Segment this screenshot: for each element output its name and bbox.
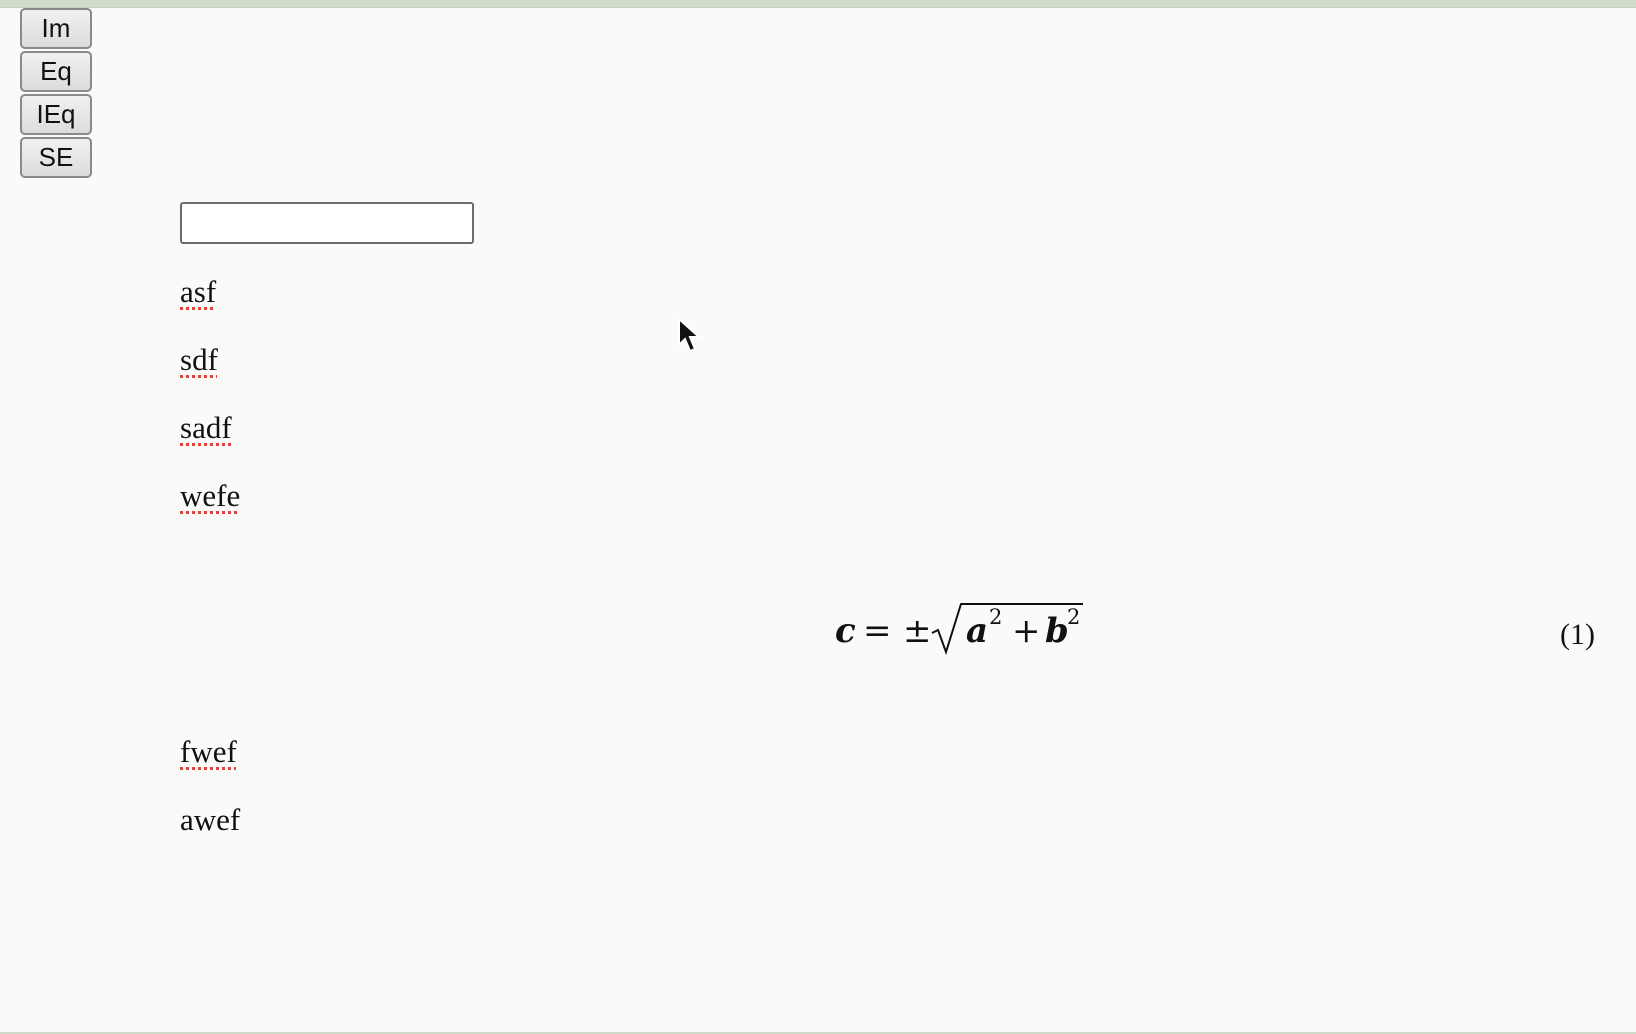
insert-image-button[interactable]: Im [20, 8, 92, 49]
misspelled-word[interactable]: sdf [180, 342, 218, 377]
editor-toolbar: Im Eq IEq SE [20, 8, 92, 180]
misspelled-word[interactable]: asf [180, 274, 216, 309]
paragraph[interactable]: sdf [180, 342, 218, 378]
equation-plus: + [1012, 611, 1041, 651]
misspelled-word[interactable]: wefe [180, 478, 240, 513]
word: awef [180, 802, 241, 837]
text-input[interactable] [180, 202, 474, 244]
mouse-pointer-icon [678, 318, 702, 353]
equation-equals: = [863, 611, 892, 651]
equation-b-exponent: 2 [1067, 605, 1080, 629]
equation-b: b [1045, 611, 1069, 651]
insert-equation-button[interactable]: Eq [20, 51, 92, 92]
window-top-strip [0, 0, 1636, 8]
equation-a-exponent: 2 [989, 605, 1002, 629]
display-equation[interactable]: c = ± a 2 + b 2 [835, 600, 1095, 660]
misspelled-word[interactable]: sadf [180, 410, 232, 445]
equation-number: (1) [1560, 618, 1595, 651]
paragraph[interactable]: sadf [180, 410, 232, 446]
paragraph[interactable]: fwef [180, 734, 237, 770]
se-button[interactable]: SE [20, 137, 92, 178]
insert-inline-equation-button[interactable]: IEq [20, 94, 92, 135]
paragraph[interactable]: asf [180, 274, 216, 310]
equation-a: a [966, 611, 988, 651]
misspelled-word[interactable]: fwef [180, 734, 237, 769]
equation-lhs: c [835, 611, 856, 651]
equation-plus-minus: ± [903, 611, 932, 651]
paragraph[interactable]: wefe [180, 478, 240, 514]
paragraph[interactable]: awef [180, 802, 240, 838]
